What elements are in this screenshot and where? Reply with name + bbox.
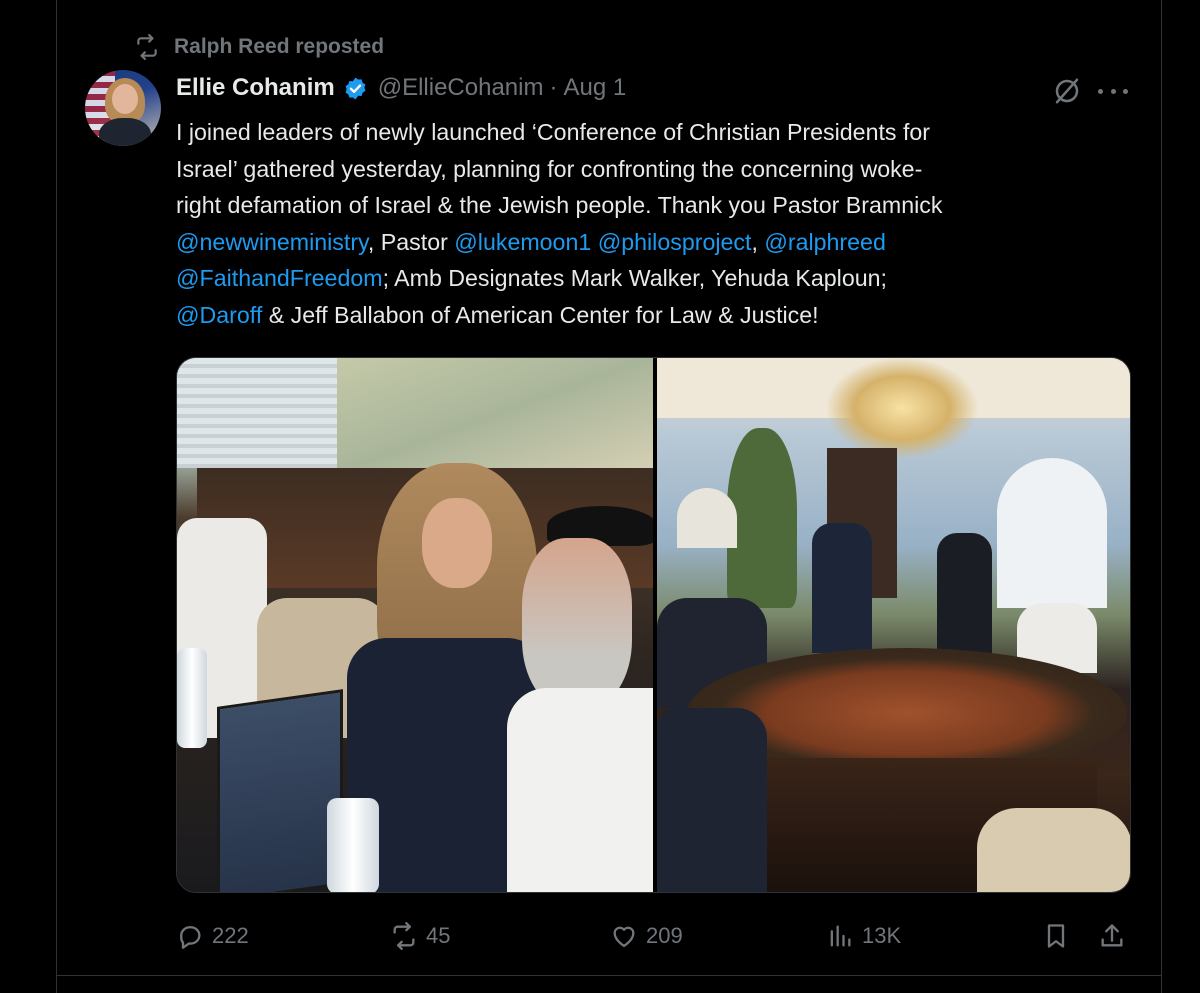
mention-lukemoon1[interactable]: @lukemoon1 [454, 229, 591, 255]
arch-window [997, 458, 1107, 608]
tweet-date[interactable]: Aug 1 [563, 74, 626, 102]
dot [1123, 88, 1128, 94]
divider [57, 975, 1161, 976]
mention-ralphreed[interactable]: @ralphreed [764, 229, 886, 255]
repost-icon [137, 34, 157, 60]
tweet-text-fragment: , [751, 228, 765, 255]
like-count: 209 [646, 923, 683, 948]
author-handle[interactable]: @EllieCohanim [378, 74, 544, 102]
tweet-text-line: @FaithandFreedom; Amb Designates Mark Wa… [176, 260, 1136, 297]
laptop [217, 689, 343, 892]
engagement-bar: 222 45 209 13K [176, 916, 1131, 956]
tweet-text-line: right defamation of Israel & the Jewish … [176, 192, 943, 218]
chair-foreground [977, 808, 1130, 892]
reply-icon [180, 926, 201, 949]
person-foreground [657, 708, 767, 892]
photo-meeting-laptop[interactable] [177, 358, 653, 892]
man-shirt [507, 688, 653, 892]
tweet-text-line: @Daroff & Jeff Ballabon of American Cent… [176, 297, 1136, 334]
mention-newwineministry[interactable]: @newwineministry [176, 229, 368, 255]
photo-round-table[interactable] [657, 358, 1130, 892]
mural [337, 358, 653, 473]
repost-button[interactable]: 45 [390, 916, 450, 956]
water-bottle [177, 648, 207, 748]
tweet-text-fragment: ; Amb Designates Mark Walker, Yehuda Kap… [382, 265, 887, 291]
avatar-body [99, 118, 151, 146]
tweet-text-line: I joined leaders of newly launched ‘Conf… [176, 119, 931, 145]
tweet-text: I joined leaders of newly launched ‘Conf… [176, 114, 1136, 333]
heart-icon [613, 926, 635, 948]
window-blinds [177, 358, 337, 468]
woman-face [422, 498, 492, 588]
bookmark-icon [1047, 924, 1065, 948]
meta-separator: · [549, 74, 558, 101]
dot [1098, 88, 1103, 94]
media-gap [653, 358, 657, 892]
mural-tree [727, 428, 797, 608]
water-bottle [327, 798, 379, 892]
man-face [522, 538, 632, 708]
more-options-icon[interactable] [1098, 80, 1128, 102]
grok-icon[interactable] [1052, 76, 1082, 106]
repost-text: Ralph Reed reposted [174, 35, 385, 58]
media-grid [176, 357, 1131, 893]
view-count: 13K [862, 923, 902, 948]
dot [1110, 88, 1116, 94]
chandelier [827, 358, 977, 458]
reply-count: 222 [212, 923, 249, 948]
share-button[interactable] [1098, 916, 1134, 956]
mention-daroff[interactable]: @Daroff [176, 302, 262, 328]
like-button[interactable]: 209 [610, 916, 683, 956]
tweet-text-line: @newwineministry, Pastor @lukemoon1 @phi… [176, 224, 1136, 261]
mention-philosproject[interactable]: @philosproject [598, 229, 752, 255]
tweet-text-fragment: & Jeff Ballabon of American Center for L… [262, 301, 819, 328]
repost-count: 45 [426, 923, 451, 948]
author-name[interactable]: Ellie Cohanim [176, 74, 335, 102]
repost-icon [393, 922, 415, 950]
views-chart-icon [830, 925, 851, 947]
share-icon [1101, 924, 1123, 947]
tweet-header: Ellie Cohanim @EllieCohanim · Aug 1 [176, 74, 626, 102]
reply-button[interactable]: 222 [176, 916, 249, 956]
repost-indicator[interactable]: Ralph Reed reposted [134, 34, 384, 60]
avatar-face [112, 84, 138, 114]
tweet-text-fragment: , Pastor [367, 228, 455, 255]
verified-badge-icon[interactable] [343, 76, 368, 101]
views-button[interactable]: 13K [826, 916, 901, 956]
man-standing-right [937, 533, 992, 653]
bookmark-button[interactable] [1042, 916, 1078, 956]
tweet-text-line: Israel’ gathered yesterday, planning for… [176, 155, 923, 182]
man-standing-left [812, 523, 872, 653]
mention-faithandfreedom[interactable]: @FaithandFreedom [176, 265, 383, 291]
mural-capitol [677, 488, 737, 548]
avatar[interactable] [85, 70, 161, 146]
